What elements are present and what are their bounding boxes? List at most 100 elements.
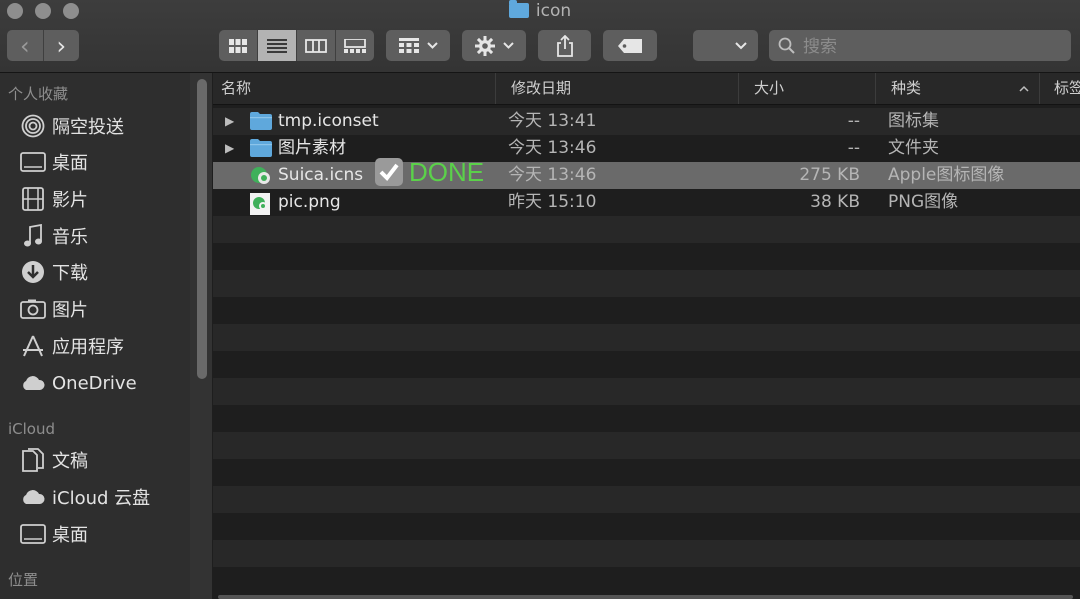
movies-icon bbox=[20, 186, 46, 212]
sidebar-item-pictures[interactable]: 图片 bbox=[20, 294, 88, 324]
view-mode-control bbox=[219, 30, 374, 61]
airdrop-icon bbox=[20, 113, 46, 139]
icns-file-icon bbox=[250, 166, 272, 185]
desktop-icon bbox=[20, 521, 46, 547]
gallery-view-button[interactable] bbox=[336, 30, 374, 61]
chevron-down-icon bbox=[734, 41, 747, 49]
table-row[interactable]: ▶ tmp.iconset 今天 13:41 -- 图标集 bbox=[213, 108, 1080, 135]
file-size: -- bbox=[847, 111, 860, 131]
sidebar-item-applications[interactable]: 应用程序 bbox=[20, 331, 124, 361]
file-size: 38 KB bbox=[810, 192, 860, 212]
sidebar-section-locations: 位置 bbox=[8, 571, 39, 589]
cloud-icon bbox=[20, 370, 46, 396]
search-icon bbox=[778, 37, 795, 54]
music-icon bbox=[20, 223, 46, 249]
sidebar-item-desktop-icloud[interactable]: 桌面 bbox=[20, 519, 88, 549]
sidebar-item-label: 桌面 bbox=[52, 153, 88, 174]
sidebar-item-label: 隔空投送 bbox=[52, 117, 124, 138]
search-field[interactable] bbox=[769, 30, 1071, 61]
sidebar-item-label: iCloud 云盘 bbox=[52, 488, 151, 509]
tags-button[interactable] bbox=[603, 30, 657, 61]
checkmark-icon bbox=[375, 158, 403, 186]
share-icon bbox=[556, 34, 573, 57]
column-header-kind-label: 种类 bbox=[891, 79, 922, 97]
action-menu-button[interactable] bbox=[462, 30, 526, 61]
file-size: -- bbox=[847, 138, 860, 158]
list-view-button[interactable] bbox=[258, 30, 297, 61]
file-name: tmp.iconset bbox=[278, 111, 379, 131]
documents-icon bbox=[20, 447, 46, 473]
column-header-bar: 名称 修改日期 大小 种类 标签 bbox=[213, 73, 1080, 105]
file-kind: Apple图标图像 bbox=[888, 165, 1005, 185]
sidebar-item-documents[interactable]: 文稿 bbox=[20, 445, 88, 475]
sidebar-item-label: 下载 bbox=[52, 263, 88, 284]
share-button[interactable] bbox=[538, 30, 591, 61]
desktop-icon bbox=[20, 149, 46, 175]
sidebar-item-desktop[interactable]: 桌面 bbox=[20, 147, 88, 177]
empty-row bbox=[213, 432, 1080, 459]
sidebar-item-downloads[interactable]: 下载 bbox=[20, 257, 88, 287]
sidebar-item-label: 桌面 bbox=[52, 525, 88, 546]
file-kind: PNG图像 bbox=[888, 192, 959, 212]
folder-icon bbox=[250, 139, 272, 158]
empty-row bbox=[213, 216, 1080, 243]
sidebar-item-onedrive[interactable]: OneDrive bbox=[20, 368, 137, 398]
sidebar-item-airdrop[interactable]: 隔空投送 bbox=[20, 111, 124, 141]
empty-row bbox=[213, 405, 1080, 432]
folder-icon bbox=[508, 0, 529, 18]
icloud-drive-icon bbox=[20, 484, 46, 510]
back-button[interactable]: ‹ bbox=[7, 30, 44, 61]
sidebar-scrollbar[interactable] bbox=[197, 79, 207, 379]
sidebar-section-icloud: iCloud bbox=[8, 420, 56, 438]
column-view-button[interactable] bbox=[297, 30, 336, 61]
sidebar-section-favorites: 个人收藏 bbox=[8, 85, 69, 103]
grid-icon bbox=[229, 38, 247, 53]
back-forward-control: ‹ › bbox=[7, 30, 79, 61]
window-title-text: icon bbox=[535, 1, 572, 21]
forward-button[interactable]: › bbox=[44, 30, 80, 61]
table-row[interactable]: Suica.icns 今天 13:46 275 KB Apple图标图像 bbox=[213, 162, 1080, 189]
file-kind: 图标集 bbox=[888, 111, 939, 131]
sidebar-item-movies[interactable]: 影片 bbox=[20, 184, 88, 214]
sidebar-item-icloud-drive[interactable]: iCloud 云盘 bbox=[20, 482, 150, 512]
column-header-name[interactable]: 名称 bbox=[213, 73, 495, 104]
column-header-tags[interactable]: 标签 bbox=[1039, 73, 1080, 104]
table-row[interactable]: ▶ 图片素材 今天 13:46 -- 文件夹 bbox=[213, 135, 1080, 162]
gallery-icon bbox=[344, 38, 366, 53]
sort-ascending-icon bbox=[1019, 85, 1029, 92]
file-modified-date: 今天 13:41 bbox=[508, 111, 597, 131]
empty-row bbox=[213, 567, 1080, 594]
empty-row bbox=[213, 513, 1080, 540]
disclosure-triangle-icon[interactable]: ▶ bbox=[225, 108, 234, 135]
column-header-kind[interactable]: 种类 bbox=[875, 73, 1039, 104]
column-header-size[interactable]: 大小 bbox=[738, 73, 875, 104]
file-size: 275 KB bbox=[799, 165, 860, 185]
icon-view-button[interactable] bbox=[219, 30, 258, 61]
empty-row bbox=[213, 486, 1080, 513]
table-row[interactable]: pic.png 昨天 15:10 38 KB PNG图像 bbox=[213, 189, 1080, 216]
window-toolbar: icon ‹ › bbox=[0, 0, 1080, 73]
file-kind: 文件夹 bbox=[888, 138, 939, 158]
empty-row bbox=[213, 270, 1080, 297]
empty-row bbox=[213, 378, 1080, 405]
column-header-modified[interactable]: 修改日期 bbox=[495, 73, 738, 104]
empty-row bbox=[213, 540, 1080, 567]
group-by-button[interactable] bbox=[386, 30, 450, 61]
sidebar-item-label: 应用程序 bbox=[52, 337, 124, 358]
folder-icon bbox=[250, 112, 272, 131]
file-modified-date: 今天 13:46 bbox=[508, 165, 597, 185]
path-dropdown-button[interactable] bbox=[693, 30, 758, 61]
sidebar-item-label: 图片 bbox=[52, 300, 88, 321]
sidebar: 个人收藏 隔空投送 桌面 影片 音乐 下载 图片 应用程序 OneDrive i… bbox=[0, 73, 212, 599]
disclosure-triangle-icon[interactable]: ▶ bbox=[225, 135, 234, 162]
png-file-icon bbox=[250, 193, 272, 215]
list-icon bbox=[267, 38, 287, 53]
sidebar-item-music[interactable]: 音乐 bbox=[20, 221, 88, 251]
horizontal-scrollbar[interactable] bbox=[218, 595, 1073, 599]
downloads-icon bbox=[20, 259, 46, 285]
applications-icon bbox=[20, 333, 46, 359]
sidebar-item-label: 文稿 bbox=[52, 451, 88, 472]
search-input[interactable] bbox=[801, 34, 1065, 59]
file-list: 名称 修改日期 大小 种类 标签 ▶ tmp.iconset 今天 13:41 -- 图… bbox=[213, 73, 1080, 599]
empty-row bbox=[213, 459, 1080, 486]
